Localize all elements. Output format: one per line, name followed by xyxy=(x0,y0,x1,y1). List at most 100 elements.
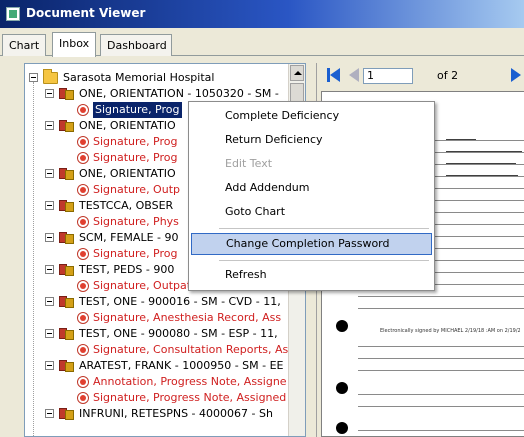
binder-hole xyxy=(336,382,348,394)
patient-row[interactable]: ARATEST, FRANK - 1000950 - SM - EE xyxy=(25,358,287,374)
collapse-icon[interactable] xyxy=(45,121,54,130)
deficiency-row[interactable]: Signature, Progress Note, Assigned xyxy=(25,390,287,406)
patient-chart-icon xyxy=(59,199,75,213)
previous-page-icon[interactable] xyxy=(349,68,361,82)
deficiency-label: Annotation, Progress Note, Assigne xyxy=(93,375,287,388)
patient-chart-icon xyxy=(59,407,75,421)
signature-deficiency-icon xyxy=(77,376,89,388)
patient-chart-icon xyxy=(59,119,75,133)
collapse-icon[interactable] xyxy=(45,361,54,370)
deficiency-label: Signature, Prog xyxy=(93,102,182,118)
deficiency-label: Signature, Progress Note, Assigned xyxy=(93,391,287,404)
handwriting xyxy=(446,132,476,140)
signature-deficiency-icon xyxy=(77,392,89,404)
note-rule xyxy=(358,296,524,297)
patient-chart-icon xyxy=(59,87,75,101)
patient-label: ONE, ORIENTATIO xyxy=(79,119,176,132)
deficiency-row[interactable]: Annotation, Progress Note, Assigne xyxy=(25,374,287,390)
collapse-icon[interactable] xyxy=(45,89,54,98)
collapse-icon[interactable] xyxy=(45,233,54,242)
collapse-icon[interactable] xyxy=(45,409,54,418)
signature-deficiency-icon xyxy=(77,136,89,148)
binder-hole xyxy=(336,320,348,332)
handwriting xyxy=(446,156,516,164)
tab-inbox[interactable]: Inbox xyxy=(52,32,96,57)
title-bar[interactable]: Document Viewer xyxy=(0,0,524,28)
patient-row[interactable]: ONE, ORIENTATION - 1050320 - SM - xyxy=(25,86,287,102)
patient-chart-icon xyxy=(59,327,75,341)
deficiency-label: Signature, Phys xyxy=(93,215,179,228)
menu-refresh[interactable]: Refresh xyxy=(191,264,432,286)
note-rule xyxy=(358,370,524,371)
patient-label: TESTCCA, OBSER xyxy=(79,199,174,212)
patient-chart-icon xyxy=(59,359,75,373)
page-navigation-toolbar: 1 of 2 xyxy=(317,63,524,89)
deficiency-label: Signature, Prog xyxy=(93,151,178,164)
document-viewer-window: Document Viewer Chart Inbox Dashboard Sa… xyxy=(0,0,524,437)
collapse-icon[interactable] xyxy=(45,265,54,274)
app-icon xyxy=(6,7,20,21)
folder-icon xyxy=(43,69,58,84)
signature-deficiency-icon xyxy=(77,280,89,292)
patient-row[interactable]: TEST, ONE - 900080 - SM - ESP - 11, xyxy=(25,326,287,342)
binder-hole xyxy=(336,422,348,434)
handwriting xyxy=(446,168,518,176)
patient-label: TEST, ONE - 900016 - SM - CVD - 11, xyxy=(79,295,281,308)
signature-deficiency-icon xyxy=(77,248,89,260)
handwriting xyxy=(446,144,522,152)
collapse-icon[interactable] xyxy=(45,297,54,306)
signature-deficiency-icon xyxy=(77,344,89,356)
deficiency-label: Signature, Outp xyxy=(93,183,180,196)
note-rule xyxy=(358,406,524,407)
first-page-icon[interactable] xyxy=(327,67,343,83)
collapse-icon[interactable] xyxy=(45,169,54,178)
note-rule xyxy=(358,430,524,431)
menu-separator xyxy=(219,260,429,261)
deficiency-label: Signature, Anesthesia Record, Ass xyxy=(93,311,282,324)
signature-deficiency-icon xyxy=(77,216,89,228)
tab-strip: Chart Inbox Dashboard xyxy=(0,28,524,57)
page-number-input[interactable]: 1 xyxy=(363,68,413,84)
electronic-signature-text: Electronically signed by MICHAEL 2/19/18… xyxy=(380,328,520,334)
next-page-icon[interactable] xyxy=(511,67,524,83)
tab-chart[interactable]: Chart xyxy=(2,34,46,56)
menu-complete-deficiency[interactable]: Complete Deficiency xyxy=(191,105,432,127)
collapse-icon[interactable] xyxy=(45,201,54,210)
patient-chart-icon xyxy=(59,167,75,181)
patient-label: ONE, ORIENTATION - 1050320 - SM - xyxy=(79,87,279,100)
window-title: Document Viewer xyxy=(26,6,146,20)
collapse-icon[interactable] xyxy=(29,73,38,82)
patient-label: SCM, FEMALE - 90 xyxy=(79,231,179,244)
deficiency-row[interactable]: Signature, Consultation Reports, As xyxy=(25,342,289,358)
menu-edit-text[interactable]: Edit Text xyxy=(191,153,432,175)
patient-label: TEST, PEDS - 900 xyxy=(79,263,175,276)
patient-label: INFRUNI, RETESPNS - 4000067 - Sh xyxy=(79,407,273,420)
menu-add-addendum[interactable]: Add Addendum xyxy=(191,177,432,199)
patient-label: ARATEST, FRANK - 1000950 - SM - EE xyxy=(79,359,284,372)
patient-row[interactable]: TEST, ONE - 900016 - SM - CVD - 11, xyxy=(25,294,287,310)
signature-deficiency-icon xyxy=(77,152,89,164)
note-rule xyxy=(358,358,524,359)
deficiency-label: Signature, Consultation Reports, As xyxy=(93,343,289,356)
signature-deficiency-icon xyxy=(77,312,89,324)
deficiency-row[interactable]: Signature, Anesthesia Record, Ass xyxy=(25,310,287,326)
menu-goto-chart[interactable]: Goto Chart xyxy=(191,201,432,223)
deficiency-label: Signature, Prog xyxy=(93,135,178,148)
signature-deficiency-icon xyxy=(77,104,89,116)
note-rule xyxy=(358,308,524,309)
scroll-up-icon[interactable] xyxy=(290,65,304,81)
patient-chart-icon xyxy=(59,231,75,245)
patient-label: TEST, ONE - 900080 - SM - ESP - 11, xyxy=(79,327,278,340)
tab-dashboard[interactable]: Dashboard xyxy=(100,34,172,56)
tree-root-label: Sarasota Memorial Hospital xyxy=(63,71,215,84)
menu-return-deficiency[interactable]: Return Deficiency xyxy=(191,129,432,151)
page-total-label: of 2 xyxy=(437,69,459,82)
tree-root-row[interactable]: Sarasota Memorial Hospital xyxy=(25,69,287,86)
patient-chart-icon xyxy=(59,295,75,309)
signature-deficiency-icon xyxy=(77,184,89,196)
menu-change-completion-password[interactable]: Change Completion Password xyxy=(191,233,432,255)
context-menu: Complete Deficiency Return Deficiency Ed… xyxy=(188,101,435,291)
collapse-icon[interactable] xyxy=(45,329,54,338)
patient-row[interactable]: INFRUNI, RETESPNS - 4000067 - Sh xyxy=(25,406,287,422)
patient-chart-icon xyxy=(59,263,75,277)
